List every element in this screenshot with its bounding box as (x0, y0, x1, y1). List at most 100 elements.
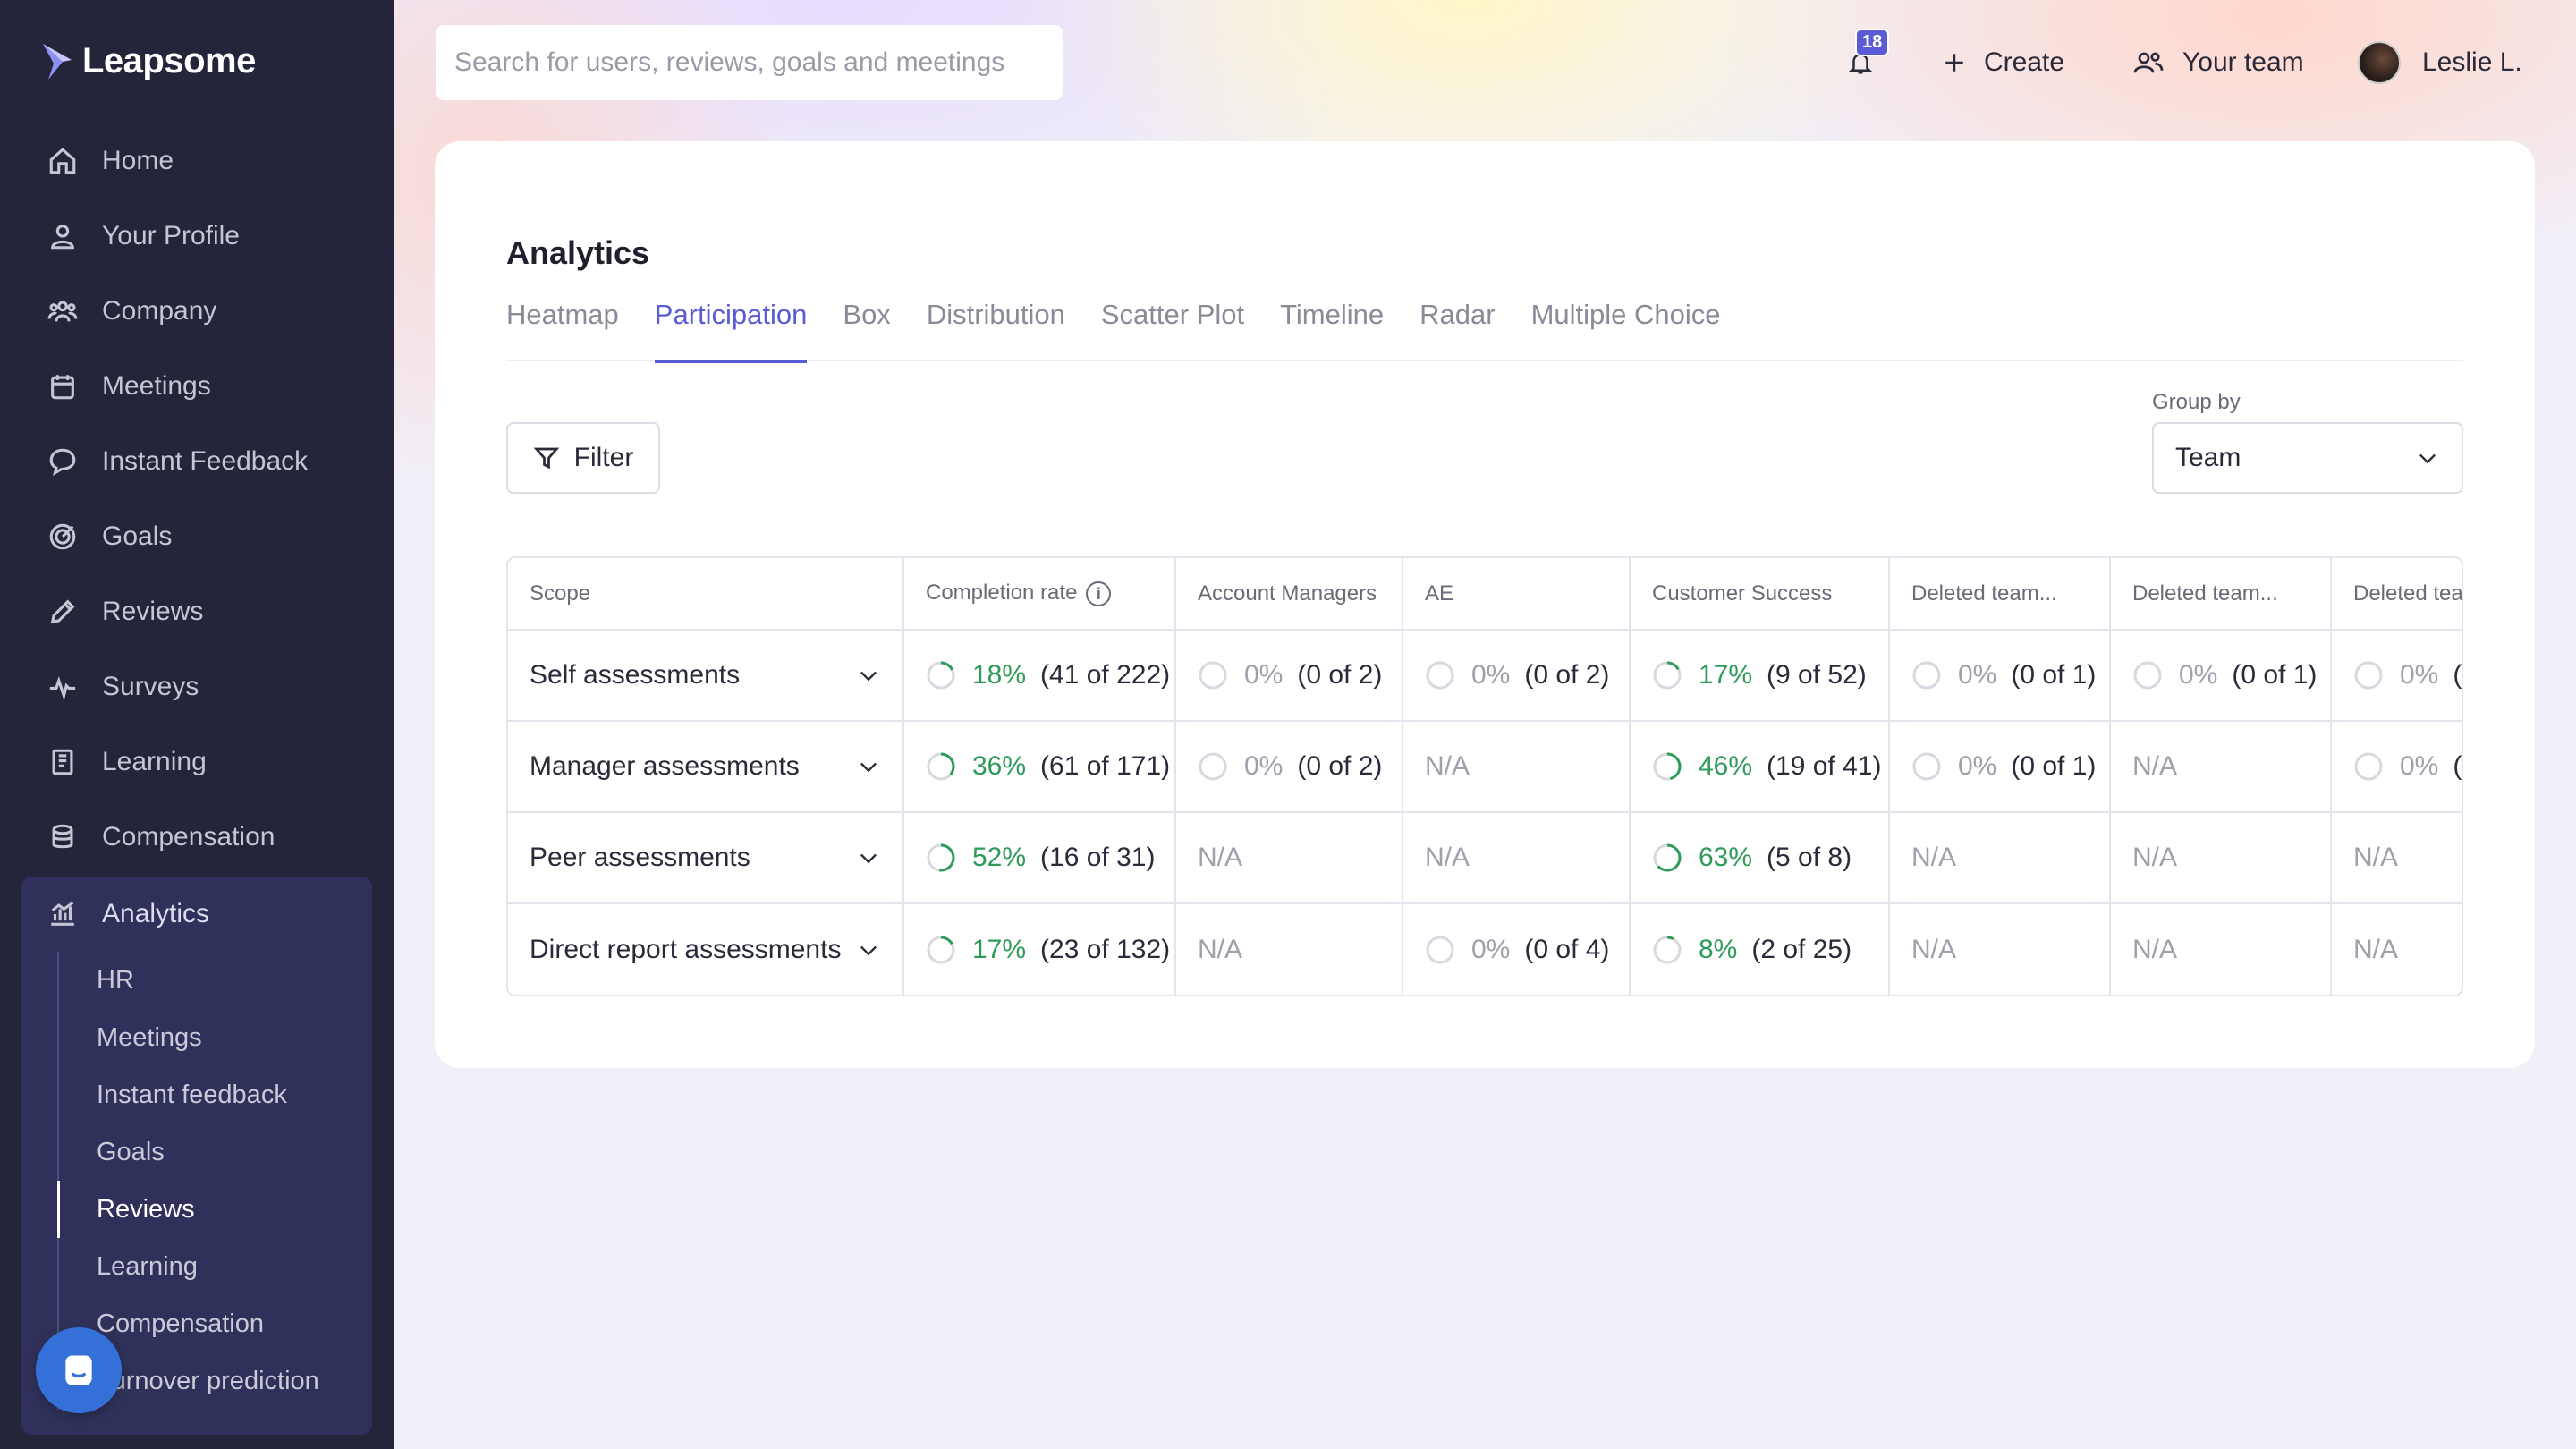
sidebar-item-label: Learning (102, 747, 207, 776)
progress-ring-icon (927, 936, 955, 963)
rate-fraction: (0 of 1) (2232, 660, 2318, 690)
participation-table[interactable]: Scope Completion rate i Account Managers … (506, 556, 2463, 996)
sidebar-item-surveys[interactable]: Surveys (21, 649, 372, 724)
your-team-button[interactable]: Your team (2132, 25, 2304, 100)
rate-value: 8% (2 of 25) (1652, 934, 1887, 965)
target-icon (47, 521, 79, 553)
scope-cell[interactable]: Peer assessments (508, 812, 904, 904)
progress-ring-icon (2354, 752, 2383, 781)
rate-fraction: (41 of 222) (1040, 660, 1171, 690)
tab-multiple-choice[interactable]: Multiple Choice (1531, 299, 1721, 361)
scope-cell[interactable]: Direct report assessments (508, 903, 904, 995)
scope-cell[interactable]: Self assessments (508, 630, 904, 722)
table-row: Self assessments 18% (41 of 222) 0% (0 of 2)… (508, 630, 2462, 722)
na-value: N/A (2353, 843, 2399, 872)
chevron-down-icon (2419, 453, 2436, 464)
sidebar-item-reviews[interactable]: Reviews (21, 574, 372, 649)
rate-value: 0% (0 of 1) (1911, 660, 2108, 691)
support-chat-button[interactable] (36, 1327, 122, 1413)
tab-timeline[interactable]: Timeline (1280, 299, 1384, 361)
subnav-item-goals[interactable]: Goals (59, 1123, 352, 1181)
column-header[interactable]: Scope (508, 558, 904, 631)
plus-icon (1945, 54, 1963, 72)
tab-box[interactable]: Box (843, 299, 890, 361)
scope-label: Manager assessments (530, 751, 800, 781)
rate-value: 36% (61 of 171) (926, 751, 1174, 782)
tab-distribution[interactable]: Distribution (927, 299, 1065, 361)
chevron-down-icon[interactable] (856, 663, 881, 688)
sidebar-item-instant-feedback[interactable]: Instant Feedback (21, 424, 372, 499)
chevron-down-icon[interactable] (856, 754, 881, 779)
rate-percent: 0% (2179, 660, 2218, 690)
rate-fraction: (0 of 2) (1297, 660, 1383, 690)
user-name: Leslie L. (2422, 47, 2522, 77)
sidebar-item-label: Reviews (102, 597, 204, 626)
chat-icon (47, 445, 79, 478)
participation-cell: 0% (0 of 4) (1402, 903, 1631, 995)
subnav-item-meetings[interactable]: Meetings (59, 1009, 352, 1066)
calendar-icon (47, 370, 79, 402)
sidebar-item-learning[interactable]: Learning (21, 724, 372, 800)
tab-participation[interactable]: Participation (654, 299, 807, 363)
create-button[interactable]: Create (1943, 25, 2064, 100)
chevron-down-icon[interactable] (856, 937, 881, 962)
subnav-item-hr[interactable]: HR (59, 952, 352, 1009)
na-value: N/A (1911, 843, 1957, 872)
participation-cell: 46% (19 of 41) (1630, 721, 1890, 813)
scope-label: Peer assessments (530, 843, 750, 872)
rate-fraction: (23 of 132) (1040, 934, 1171, 964)
home-icon (47, 145, 79, 177)
sidebar-item-home[interactable]: Home (21, 123, 372, 199)
sidebar-item-your-profile[interactable]: Your Profile (21, 199, 372, 274)
leapsome-logo[interactable]: Leapsome (39, 41, 256, 81)
rate-percent: 17% (972, 934, 1027, 964)
progress-ring-icon (1912, 752, 1941, 781)
sidebar-item-label: Meetings (102, 371, 211, 401)
tab-scatter-plot[interactable]: Scatter Plot (1101, 299, 1244, 361)
user-menu-button[interactable]: Leslie L. (2358, 25, 2522, 100)
sidebar-item-meetings[interactable]: Meetings (21, 349, 372, 424)
leapsome-logo-icon (43, 43, 72, 80)
progress-ring-icon (1426, 661, 1454, 690)
user-icon (47, 220, 79, 252)
progress-ring-icon (1426, 936, 1454, 963)
column-header[interactable]: Account Managers (1175, 558, 1403, 631)
subnav-item-instant-feedback[interactable]: Instant feedback (59, 1066, 352, 1123)
tab-heatmap[interactable]: Heatmap (506, 299, 619, 361)
rate-fraction: (0 of 2) (1524, 660, 1610, 690)
progress-ring-icon (2133, 661, 2162, 690)
chevron-down-icon[interactable] (856, 845, 881, 870)
sidebar-item-compensation[interactable]: Compensation (21, 800, 372, 875)
column-header[interactable]: Deleted team... (2110, 558, 2332, 631)
subnav-item-reviews[interactable]: Reviews (57, 1181, 352, 1238)
sidebar-item-label: Your Profile (102, 221, 240, 250)
search-input[interactable] (436, 25, 1063, 100)
avatar (2358, 41, 2401, 84)
rate-value: 17% (9 of 52) (1652, 660, 1887, 691)
column-header[interactable]: Customer Success (1630, 558, 1890, 631)
table-row: Direct report assessments 17% (23 of 132) N… (508, 903, 2462, 995)
sidebar-item-goals[interactable]: Goals (21, 499, 372, 574)
progress-ring-icon (1653, 752, 1682, 781)
column-header[interactable]: Deleted tea (2331, 558, 2462, 631)
tab-radar[interactable]: Radar (1419, 299, 1495, 361)
column-header[interactable]: AE (1402, 558, 1631, 631)
subnav-item-learning[interactable]: Learning (59, 1238, 352, 1295)
group-by-select[interactable]: Team (2152, 422, 2463, 494)
book-icon (47, 746, 79, 778)
filter-button[interactable]: Filter (506, 422, 660, 494)
na-value: N/A (2132, 843, 2178, 872)
rate-percent: 52% (972, 843, 1027, 872)
sidebar-item-company[interactable]: Company (21, 274, 372, 349)
column-header-completion-rate[interactable]: Completion rate i (903, 558, 1176, 631)
info-icon[interactable]: i (1086, 580, 1112, 606)
sidebar-item-analytics[interactable]: Analytics (21, 877, 372, 952)
sidebar-item-label: Analytics (102, 899, 210, 928)
create-label: Create (1984, 47, 2065, 77)
column-header[interactable]: Deleted team... (1889, 558, 2111, 631)
scope-cell[interactable]: Manager assessments (508, 721, 904, 813)
na-value: N/A (2132, 751, 2178, 781)
rate-fraction: (2 of 25) (1751, 934, 1852, 964)
scope-cell-content: Manager assessments (530, 751, 902, 782)
progress-ring-icon (1912, 661, 1941, 690)
